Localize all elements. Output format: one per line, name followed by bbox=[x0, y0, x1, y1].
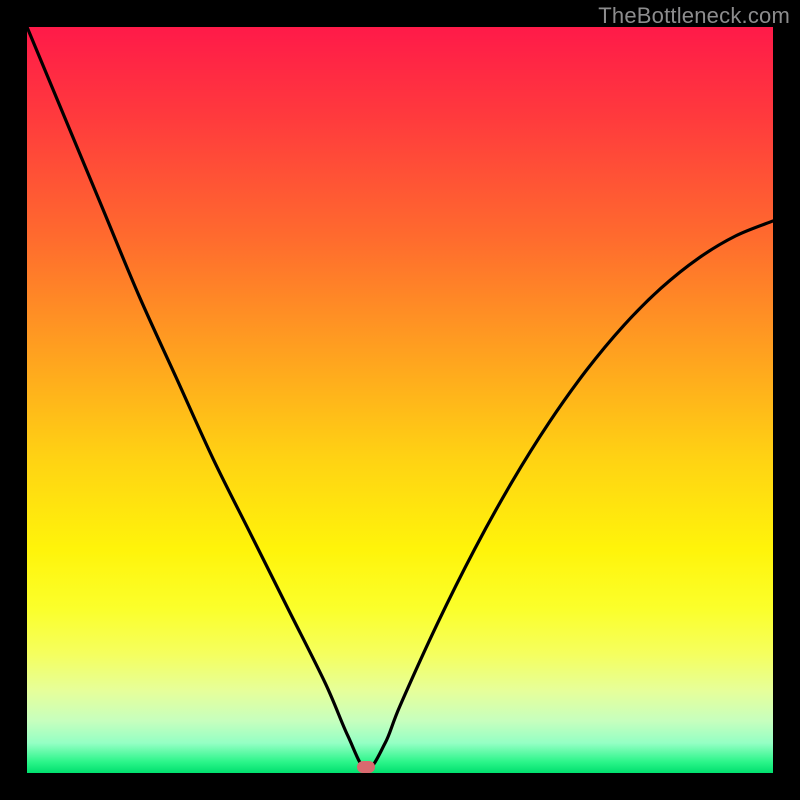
minimum-marker bbox=[357, 761, 375, 773]
chart-frame: TheBottleneck.com bbox=[0, 0, 800, 800]
bottleneck-curve bbox=[27, 27, 773, 773]
plot-area bbox=[27, 27, 773, 773]
watermark-text: TheBottleneck.com bbox=[598, 3, 790, 29]
